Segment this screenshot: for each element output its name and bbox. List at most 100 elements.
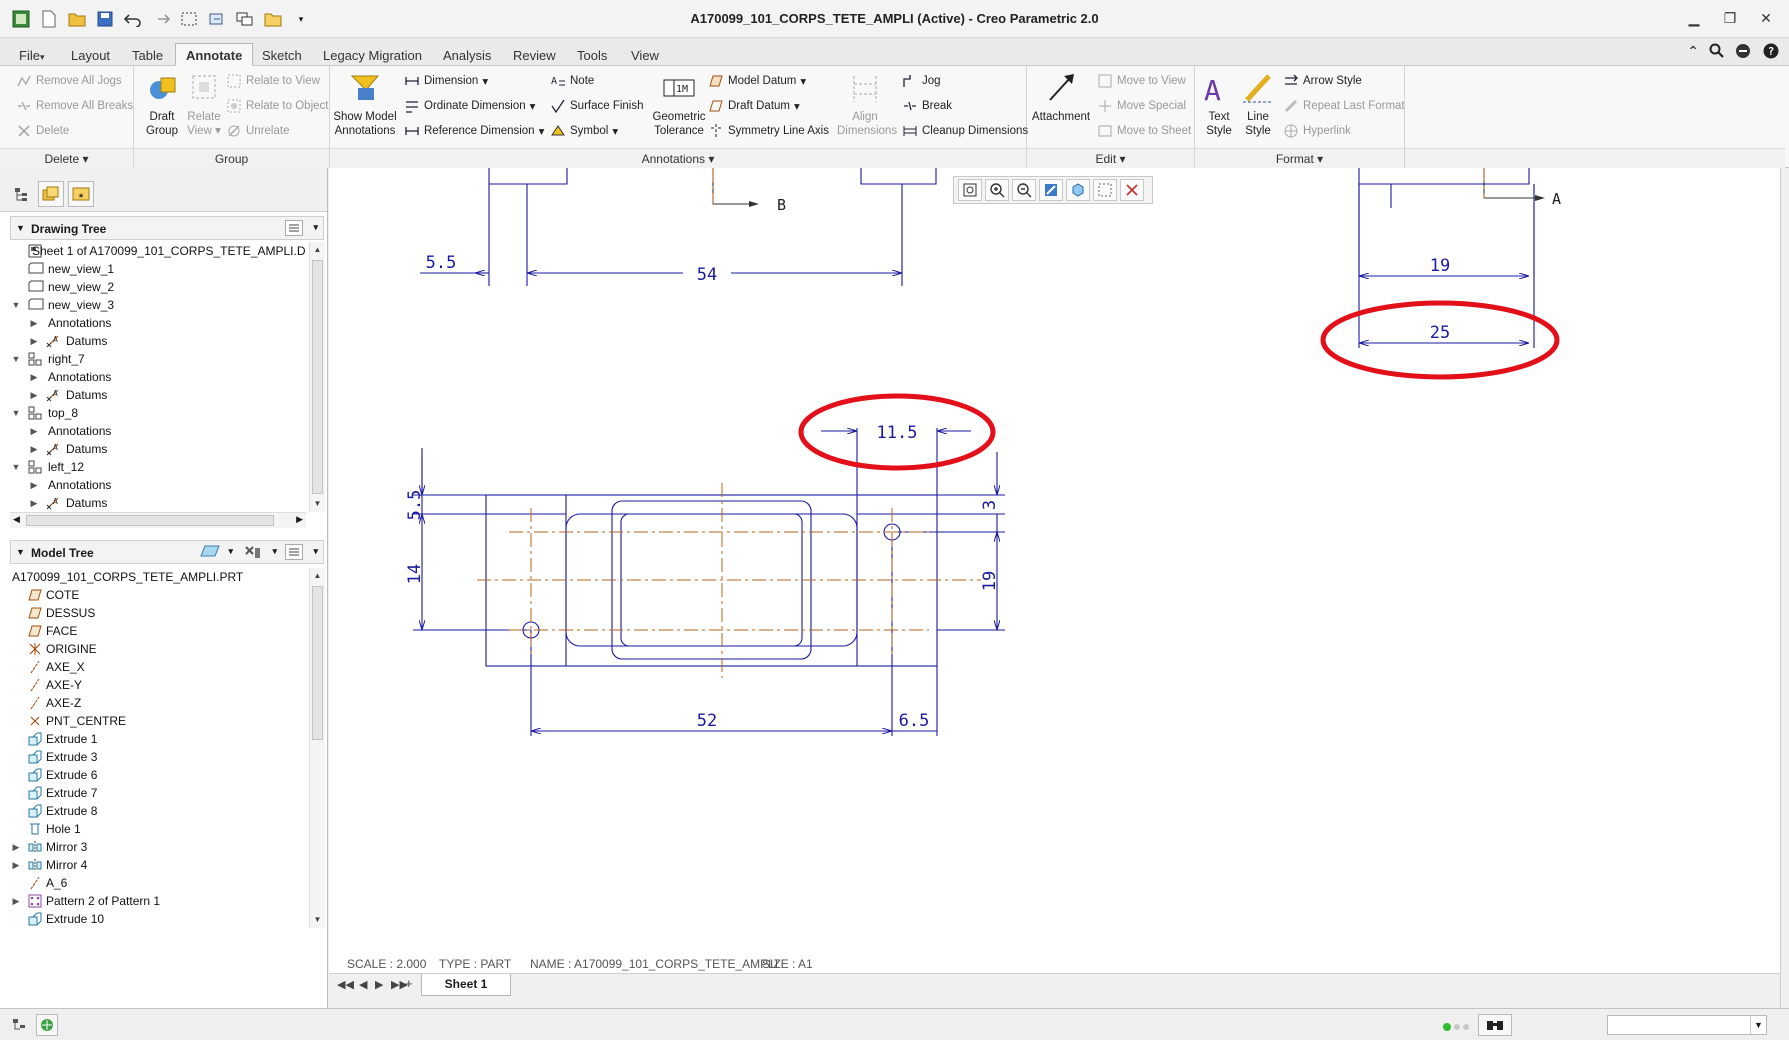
model-tree-item[interactable]: COTE — [10, 586, 306, 604]
chevron-down-icon[interactable]: ▼ — [1750, 1016, 1766, 1034]
drawing-sheet[interactable]: 5.5 54 19 25 11.5 52 6.5 5.5 14 3 19 B A — [329, 168, 1780, 953]
drawing-tree-hscrollbar[interactable]: ◀ ▶ — [10, 512, 306, 528]
drawing-tree-header[interactable]: ▼ Drawing Tree ▾ — [10, 216, 324, 240]
show-icon[interactable] — [199, 544, 223, 560]
drawing-tree-item[interactable]: ▼ right_7 — [10, 350, 306, 368]
model-tree-item[interactable]: FACE — [10, 622, 306, 640]
hyperlink-button[interactable]: Hyperlink — [1283, 123, 1351, 139]
model-tree-item[interactable]: Extrude 1 — [10, 730, 306, 748]
zoom-in-icon[interactable] — [985, 179, 1009, 201]
model-tree-item[interactable]: Extrude 8 — [10, 802, 306, 820]
scroll-down-icon[interactable]: ▼ — [310, 496, 325, 512]
model-tree-item[interactable]: AXE_X — [10, 658, 306, 676]
collapse-arrow-icon[interactable]: ▼ — [10, 458, 22, 476]
model-tree-item[interactable]: Extrude 10 — [10, 910, 306, 928]
draft-datum-button[interactable]: Draft Datum ▾ — [708, 98, 800, 114]
tab-file[interactable]: File▾ — [8, 43, 55, 66]
tree-settings-icon[interactable] — [285, 220, 303, 236]
tab-view[interactable]: View — [620, 43, 670, 66]
model-tree-item[interactable]: ORIGINE — [10, 640, 306, 658]
model-tree-item[interactable]: AXE-Z — [10, 694, 306, 712]
selection-filter-dropdown[interactable]: ▼ — [1607, 1015, 1767, 1035]
remove-all-jogs-button[interactable]: Remove All Jogs — [16, 73, 122, 89]
reference-dimension-button[interactable]: Reference Dimension ▾ — [404, 123, 544, 139]
drawing-tree-item[interactable]: ▼ top_8 — [10, 404, 306, 422]
drawing-tree-item[interactable]: new_view_2 — [10, 278, 306, 296]
edit-group-label[interactable]: Edit ▾ — [1027, 148, 1194, 168]
drawing-tree-item[interactable]: ▶ A Datums — [10, 494, 306, 512]
restore-icon[interactable]: ❐ — [1717, 6, 1743, 30]
find-icon[interactable] — [1478, 1014, 1512, 1036]
surface-finish-button[interactable]: Surface Finish — [550, 98, 644, 114]
community-icon[interactable] — [1735, 43, 1753, 62]
model-tree-item[interactable]: DESSUS — [10, 604, 306, 622]
search-icon[interactable] — [1709, 43, 1725, 62]
dim-text-3[interactable]: 3 — [980, 500, 1000, 510]
move-to-view-button[interactable]: Move to View — [1097, 73, 1186, 89]
model-tree-item[interactable]: PNT_CENTRE — [10, 712, 306, 730]
symbol-button[interactable]: Symbol ▾ — [550, 123, 618, 139]
model-tree-item[interactable]: A_6 — [10, 874, 306, 892]
annotations-group-label[interactable]: Annotations ▾ — [330, 148, 1026, 168]
tab-annotate[interactable]: Annotate — [175, 43, 254, 66]
zoom-out-icon[interactable] — [1012, 179, 1036, 201]
scroll-up-icon[interactable]: ▲ — [310, 568, 325, 584]
model-tree-item[interactable]: AXE-Y — [10, 676, 306, 694]
tab-layout[interactable]: Layout — [60, 43, 121, 66]
drawing-tree-item[interactable]: ▶ A Datums — [10, 332, 306, 350]
prev-sheet-icon[interactable]: ◀ — [359, 978, 367, 991]
tab-analysis[interactable]: Analysis — [432, 43, 502, 66]
unrelate-button[interactable]: Unrelate — [226, 123, 289, 139]
dim-text-25[interactable]: 25 — [1430, 323, 1450, 343]
relate-to-object-button[interactable]: Relate to Object — [226, 98, 328, 114]
scroll-left-icon[interactable]: ◀ — [13, 514, 20, 525]
jog-button[interactable]: Jog — [902, 73, 941, 89]
close-icon[interactable]: ✕ — [1753, 6, 1779, 30]
relate-view-button[interactable]: Relate View ▾ — [182, 72, 226, 138]
tab-review[interactable]: Review — [502, 43, 567, 66]
drawing-tree-item[interactable]: ▶ Annotations — [10, 368, 306, 386]
next-sheet-icon[interactable]: ▶ — [375, 978, 383, 991]
scroll-down-icon[interactable]: ▼ — [310, 912, 325, 928]
dim-text-52[interactable]: 52 — [697, 711, 717, 731]
minimize-icon[interactable]: ▁ — [1681, 6, 1707, 30]
model-tree-item[interactable]: Extrude 7 — [10, 784, 306, 802]
dim-text-14[interactable]: 14 — [405, 564, 425, 584]
repeat-last-format-button[interactable]: Repeat Last Format — [1283, 98, 1405, 114]
break-button[interactable]: Break — [902, 98, 952, 114]
dimension-button[interactable]: Dimension ▾ — [404, 73, 488, 89]
drawing-tree-item[interactable]: ▶ A Datums — [10, 440, 306, 458]
folder-browser-tab-icon[interactable] — [38, 181, 64, 207]
expand-arrow-icon[interactable]: ▶ — [28, 476, 40, 494]
model-datum-button[interactable]: Model Datum ▾ — [708, 73, 806, 89]
dim-text-5-5-left[interactable]: 5.5 — [405, 490, 425, 521]
format-group-label[interactable]: Format ▾ — [1195, 148, 1404, 168]
model-tree-item[interactable]: ▶ Mirror 4 — [10, 856, 306, 874]
model-tree-item[interactable]: Extrude 3 — [10, 748, 306, 766]
expand-arrow-icon[interactable]: ▶ — [10, 838, 22, 856]
scroll-up-icon[interactable]: ▲ — [310, 242, 325, 258]
dim-text-5-5-top[interactable]: 5.5 — [426, 253, 457, 273]
arrow-style-button[interactable]: Arrow Style — [1283, 73, 1362, 89]
model-tree-scrollbar[interactable]: ▲ ▼ — [309, 568, 325, 928]
cleanup-dimensions-button[interactable]: Cleanup Dimensions — [902, 123, 1028, 139]
expand-arrow-icon[interactable]: ▶ — [28, 494, 40, 512]
drawing-tree-item[interactable]: new_view_1 — [10, 260, 306, 278]
browser-toggle-icon[interactable] — [36, 1014, 58, 1036]
add-sheet-icon[interactable]: + — [405, 976, 413, 991]
drawing-tree-scrollbar[interactable]: ▲ ▼ — [309, 242, 325, 512]
scroll-thumb[interactable] — [312, 586, 323, 740]
expand-arrow-icon[interactable]: ▶ — [10, 856, 22, 874]
model-tree-header[interactable]: ▼ Model Tree ▾ ▾ ▾ — [10, 540, 324, 564]
drawing-tree-item[interactable]: ▶ Annotations — [10, 314, 306, 332]
drawing-tree-item[interactable]: ▼ new_view_3 — [10, 296, 306, 314]
attachment-button[interactable]: Attachment — [1031, 72, 1091, 124]
relate-to-view-button[interactable]: Relate to View — [226, 73, 320, 89]
expand-arrow-icon[interactable]: ▶ — [10, 892, 22, 910]
drawing-tree-item[interactable]: ▶ Annotations — [10, 422, 306, 440]
expand-arrow-icon[interactable]: ▶ — [28, 368, 40, 386]
symmetry-line-axis-button[interactable]: Symmetry Line Axis — [708, 123, 829, 139]
collapse-icon[interactable]: ▼ — [16, 547, 25, 557]
settings-tools-icon[interactable] — [243, 544, 265, 560]
drawing-tree-item[interactable]: Sheet 1 of A170099_101_CORPS_TETE_AMPLI.… — [10, 242, 306, 260]
